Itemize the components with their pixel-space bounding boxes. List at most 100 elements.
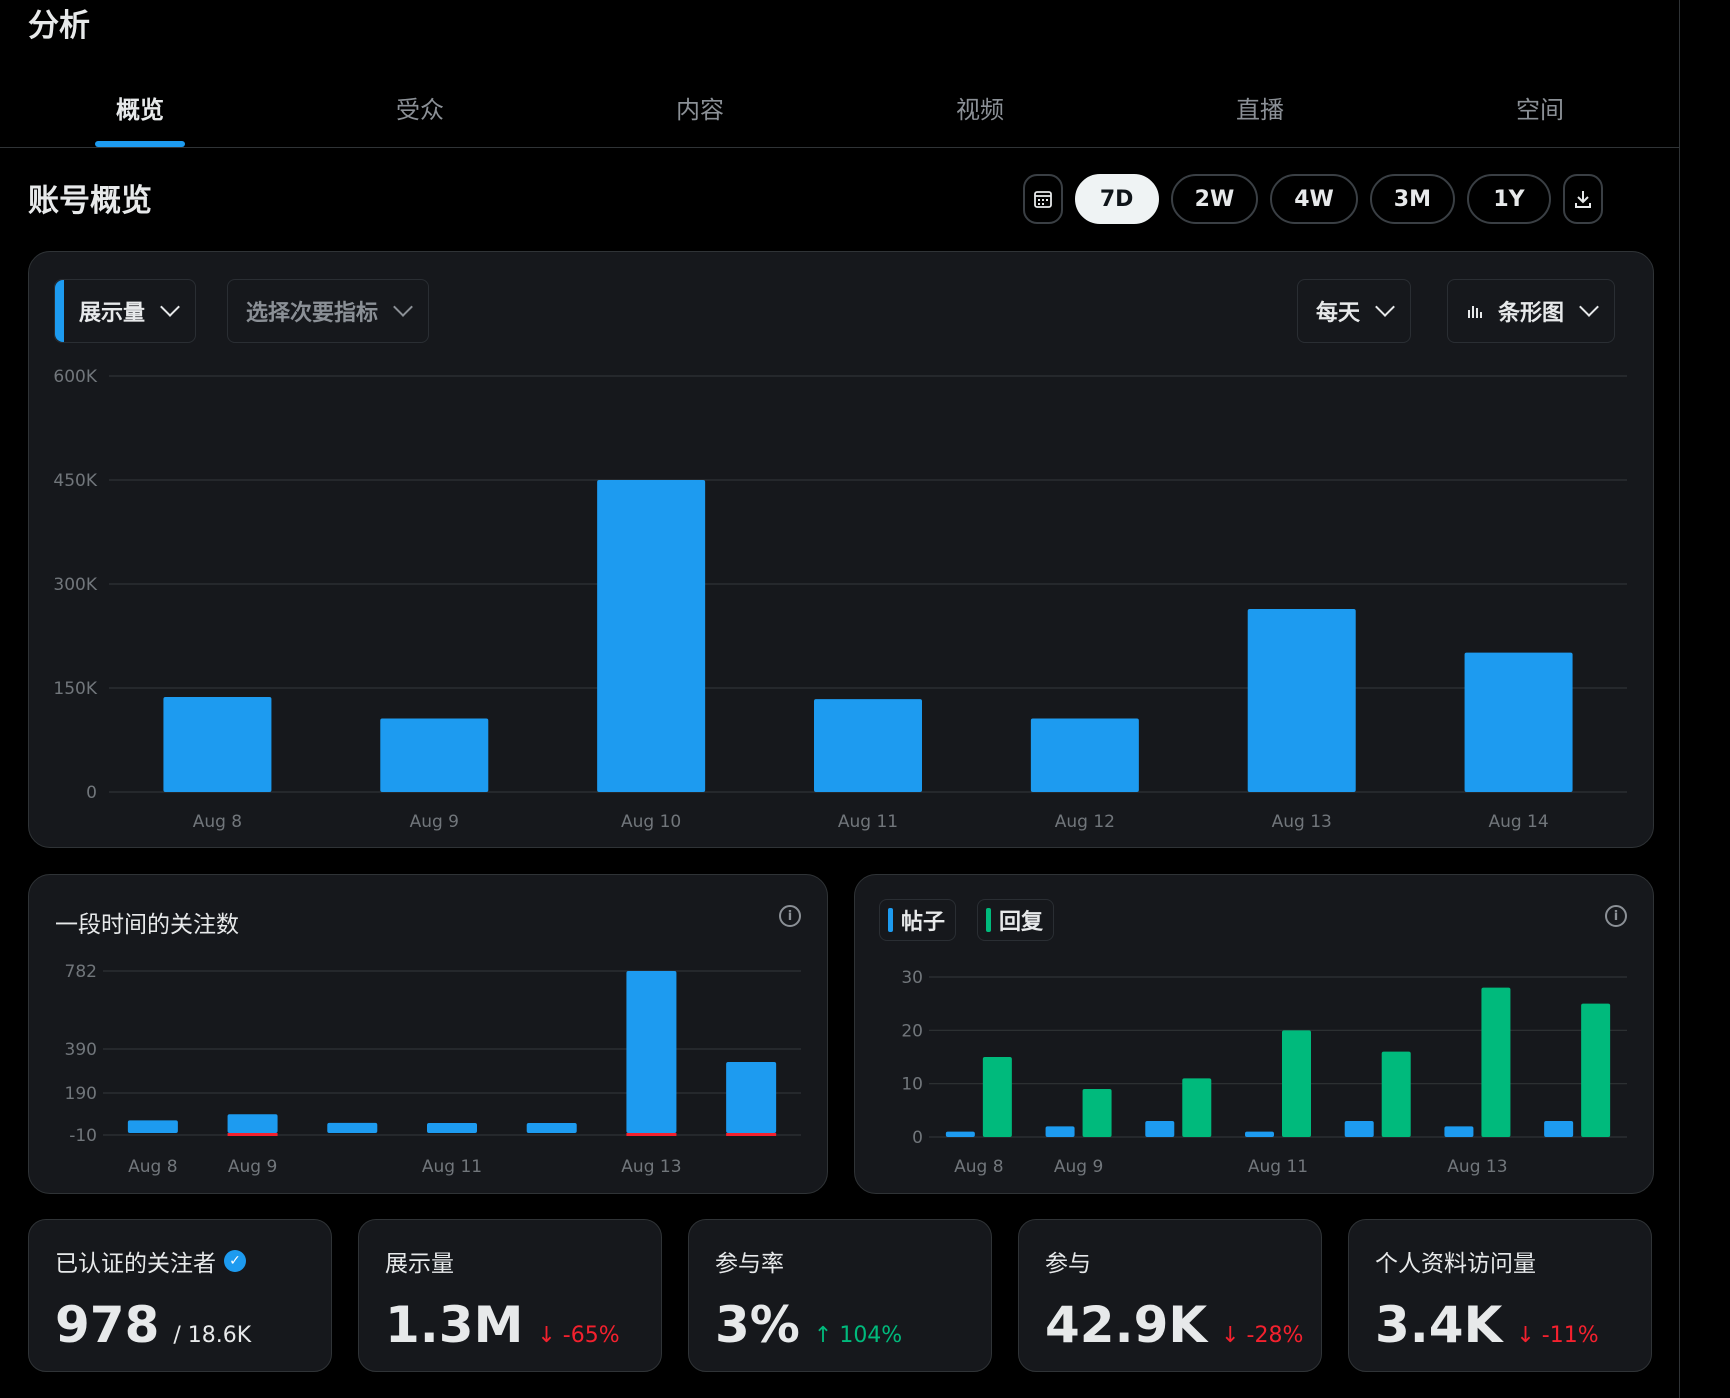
y-tick-label: 600K — [53, 367, 97, 387]
bar-Aug 13 — [1247, 608, 1356, 792]
download-icon — [1575, 191, 1591, 208]
帖子-bar-Aug 13 — [1444, 1126, 1474, 1137]
stat-total: / 18.6K — [173, 1323, 252, 1348]
stat-value: 42.9K — [1045, 1296, 1208, 1354]
x-tick-label: Aug 11 — [422, 1157, 482, 1177]
bar-Aug 12 — [526, 1123, 577, 1133]
回复-bar-Aug 12 — [1381, 1051, 1411, 1137]
tab-live[interactable]: 直播 — [1120, 78, 1400, 147]
x-tick-label: Aug 9 — [228, 1157, 277, 1177]
posts-replies-chart-card: 帖子 回复 i 30 20 10 0 Aug 8 Aug 9 Aug 11 Aug 13 — [854, 874, 1654, 1194]
stat-label: 个人资料访问量 — [1375, 1251, 1536, 1277]
bar-Aug 8 — [127, 1120, 178, 1133]
bar-Aug 13 — [626, 971, 677, 1133]
x-tick-label: Aug 13 — [1447, 1157, 1507, 1177]
stat-card-profile-visits[interactable]: 个人资料访问量 3.4K ↓ -11% — [1348, 1219, 1652, 1372]
x-tick-label: Aug 9 — [410, 812, 459, 832]
stat-delta: ↓ -65% — [537, 1323, 620, 1348]
bar-Aug 9 — [380, 718, 489, 792]
calendar-icon — [1033, 191, 1052, 208]
y-tick-label: 20 — [901, 1021, 923, 1041]
negative-bar-Aug 13 — [626, 1133, 677, 1136]
帖子-bar-Aug 9 — [1045, 1126, 1075, 1137]
scrollbar-track[interactable] — [1681, 0, 1730, 1398]
stat-value-row: 3% ↑ 104% — [715, 1296, 902, 1354]
stat-label: 参与率 — [715, 1251, 784, 1277]
tab-overview[interactable]: 概览 — [0, 78, 280, 147]
chart-type-label: 条形图 — [1498, 301, 1565, 326]
bar-Aug 11 — [427, 1123, 477, 1133]
secondary-metric-dropdown[interactable]: 选择次要指标 — [227, 279, 430, 343]
bar-Aug 10 — [597, 480, 706, 792]
y-tick-label: 450K — [53, 471, 97, 491]
stat-value: 1.3M — [385, 1296, 524, 1354]
帖子-bar-Aug 8 — [945, 1131, 975, 1137]
stat-card-engagements[interactable]: 参与 42.9K ↓ -28% — [1018, 1219, 1322, 1372]
analytics-page: 分析 概览 受众 内容 视频 直播 空间 账号概览 7D 2W 4W 3M 1Y — [0, 0, 1680, 1398]
stat-card-verified-followers[interactable]: 已认证的关注者 ✓ 978 / 18.6K — [28, 1219, 332, 1372]
x-tick-label: Aug 8 — [954, 1157, 1003, 1177]
metric-color-marker — [55, 280, 64, 342]
range-7d-button[interactable]: 7D — [1074, 174, 1159, 224]
回复-bar-Aug 8 — [982, 1057, 1012, 1137]
回复-bar-Aug 13 — [1481, 987, 1511, 1137]
stat-value-row: 1.3M ↓ -65% — [385, 1296, 620, 1354]
section-title: 账号概览 — [28, 183, 152, 219]
followers-chart-card: 一段时间的关注数 i 782 390 190 -10 Aug 8 Aug 9 Aug 11 A… — [28, 874, 828, 1194]
range-3m-button[interactable]: 3M — [1369, 174, 1455, 224]
bar-Aug 12 — [1030, 718, 1139, 792]
回复-bar-Aug 10 — [1182, 1078, 1212, 1137]
stat-card-impressions[interactable]: 展示量 1.3M ↓ -65% — [358, 1219, 662, 1372]
download-button[interactable] — [1563, 174, 1603, 224]
y-tick-label: 190 — [65, 1084, 97, 1104]
tab-audience[interactable]: 受众 — [280, 78, 560, 147]
x-tick-label: Aug 12 — [1055, 812, 1115, 832]
primary-metric-label: 展示量 — [79, 301, 146, 326]
回复-bar-Aug 11 — [1282, 1030, 1311, 1137]
stat-label-row: 已认证的关注者 ✓ — [55, 1244, 246, 1278]
tab-bar: 概览 受众 内容 视频 直播 空间 — [0, 78, 1680, 148]
y-tick-label: 0 — [86, 783, 97, 803]
y-tick-label: 150K — [53, 679, 97, 699]
bar-Aug 9 — [227, 1114, 278, 1133]
stat-value: 978 — [55, 1296, 160, 1354]
calendar-button[interactable] — [1022, 174, 1063, 224]
帖子-bar-Aug 12 — [1344, 1121, 1374, 1137]
negative-bar-Aug 9 — [227, 1133, 278, 1136]
impressions-chart-card: 展示量 选择次要指标 每天 条形图 600K 450K 300K 150K 0 Aug 8… — [28, 251, 1654, 848]
回复-bar-Aug 14 — [1581, 1003, 1611, 1137]
stat-value: 3.4K — [1375, 1296, 1503, 1354]
secondary-metric-label: 选择次要指标 — [246, 301, 379, 326]
range-1y-button[interactable]: 1Y — [1467, 174, 1551, 224]
tab-spaces[interactable]: 空间 — [1400, 78, 1680, 147]
帖子-bar-Aug 14 — [1544, 1121, 1574, 1137]
tab-content[interactable]: 内容 — [560, 78, 840, 147]
x-tick-label: Aug 13 — [1272, 812, 1332, 832]
stat-delta: ↓ -11% — [1516, 1323, 1599, 1348]
granularity-dropdown[interactable]: 每天 — [1297, 279, 1412, 343]
stat-delta: ↑ 104% — [813, 1323, 903, 1348]
x-tick-label: Aug 8 — [193, 812, 242, 832]
range-2w-button[interactable]: 2W — [1170, 174, 1259, 224]
bar-Aug 10 — [327, 1122, 378, 1133]
followers-bar-chart: 782 390 190 -10 Aug 8 Aug 9 Aug 11 Aug 13 — [65, 962, 801, 1177]
range-4w-button[interactable]: 4W — [1270, 174, 1358, 224]
x-tick-label: Aug 14 — [1488, 812, 1548, 832]
x-tick-label: Aug 11 — [1248, 1157, 1308, 1177]
y-tick-label: 390 — [65, 1040, 97, 1060]
primary-metric-dropdown[interactable]: 展示量 — [54, 279, 197, 343]
tab-video[interactable]: 视频 — [840, 78, 1120, 147]
y-tick-label: 0 — [912, 1128, 923, 1148]
verified-badge-icon: ✓ — [224, 1250, 246, 1272]
bar-Aug 11 — [814, 699, 922, 792]
chart-type-dropdown[interactable]: 条形图 — [1447, 279, 1616, 343]
stat-label: 已认证的关注者 — [55, 1251, 216, 1277]
chevron-down-icon — [1579, 297, 1599, 317]
x-tick-label: Aug 10 — [621, 812, 681, 832]
granularity-label: 每天 — [1316, 301, 1361, 326]
chevron-down-icon — [160, 297, 180, 317]
x-tick-label: Aug 9 — [1054, 1157, 1103, 1177]
stat-value-row: 42.9K ↓ -28% — [1045, 1296, 1303, 1354]
stat-card-engagement-rate[interactable]: 参与率 3% ↑ 104% — [688, 1219, 992, 1372]
date-range-bar: 7D 2W 4W 3M 1Y — [1022, 174, 1603, 224]
